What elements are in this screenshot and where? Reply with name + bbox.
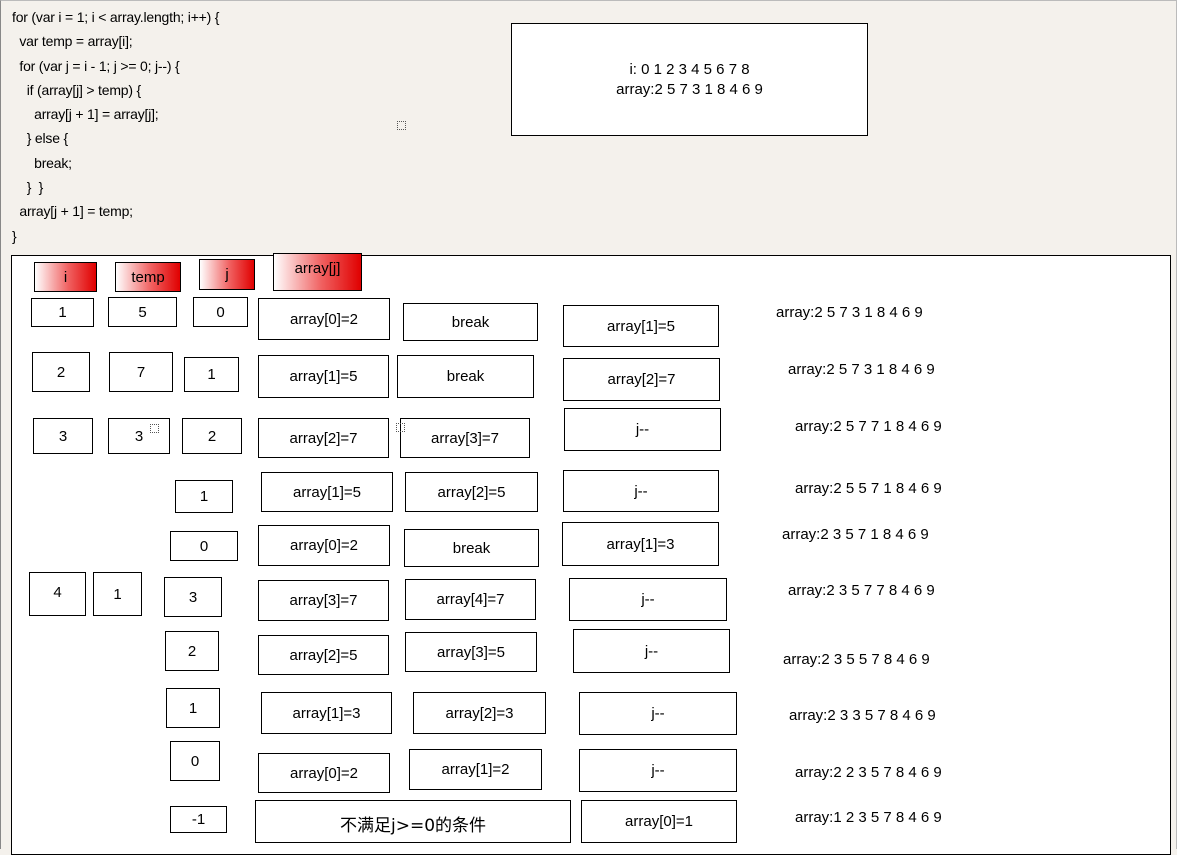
- comparison-result: array[4]=7: [405, 579, 536, 620]
- assignment-result: array[0]=1: [581, 800, 737, 843]
- code-listing: for (var i = 1; i < array.length; i++) {…: [12, 9, 220, 244]
- array-j-value: array[3]=7: [258, 580, 389, 621]
- assignment-result: j--: [563, 470, 719, 512]
- array-j-value: array[1]=5: [261, 472, 393, 512]
- array-j-value: array[0]=2: [258, 753, 390, 793]
- header-j: j: [199, 259, 255, 290]
- array-j-value: array[2]=5: [258, 635, 389, 675]
- i-value: 2: [32, 352, 90, 392]
- array-state: array:2 5 7 3 1 8 4 6 9: [776, 304, 923, 321]
- assignment-result: j--: [573, 629, 730, 673]
- j-value: 0: [170, 531, 238, 561]
- header-i: i: [34, 262, 97, 292]
- array-line: array:2 5 7 3 1 8 4 6 9: [616, 80, 763, 98]
- header-array-j: array[j]: [273, 253, 362, 291]
- assignment-result: j--: [569, 578, 727, 621]
- comparison-result: break: [403, 303, 538, 341]
- temp-value: 5: [108, 297, 177, 327]
- temp-value: 1: [93, 572, 142, 616]
- i-value: 3: [33, 418, 93, 454]
- array-state: array:2 2 3 5 7 8 4 6 9: [795, 764, 942, 781]
- j-value: 0: [193, 297, 248, 327]
- array-j-value: array[1]=3: [261, 692, 392, 734]
- selection-handle-icon[interactable]: [150, 424, 159, 433]
- i-value: 1: [31, 298, 94, 327]
- assignment-result: j--: [564, 408, 721, 451]
- comparison-result: array[2]=5: [405, 472, 538, 512]
- temp-value: 3: [108, 418, 170, 454]
- condition-note: 不满足j>=0的条件: [255, 800, 571, 843]
- j-value: 3: [164, 577, 222, 617]
- array-state: array:2 3 5 7 7 8 4 6 9: [788, 582, 935, 599]
- array-state: array:2 3 5 5 7 8 4 6 9: [783, 651, 930, 668]
- j-value: -1: [170, 806, 227, 833]
- i-value: 4: [29, 572, 86, 616]
- j-value: 0: [170, 741, 220, 781]
- array-j-value: array[1]=5: [258, 355, 389, 398]
- temp-value: 7: [109, 352, 173, 392]
- assignment-result: array[2]=7: [563, 358, 720, 401]
- array-j-value: array[0]=2: [258, 298, 390, 340]
- comparison-result: array[3]=5: [405, 632, 537, 672]
- array-info-box: i: 0 1 2 3 4 5 6 7 8 array:2 5 7 3 1 8 4…: [511, 23, 868, 136]
- comparison-result: array[1]=2: [409, 749, 542, 790]
- assignment-result: j--: [579, 692, 737, 735]
- header-temp: temp: [115, 262, 181, 292]
- array-state: array:2 5 7 3 1 8 4 6 9: [788, 361, 935, 378]
- selection-handle-icon[interactable]: [397, 121, 406, 130]
- array-state: array:2 3 5 7 1 8 4 6 9: [782, 526, 929, 543]
- array-state: array:2 5 7 7 1 8 4 6 9: [795, 418, 942, 435]
- array-j-value: array[2]=7: [258, 418, 389, 458]
- comparison-result: break: [404, 529, 539, 567]
- array-j-value: array[0]=2: [258, 525, 390, 566]
- j-value: 2: [182, 418, 242, 454]
- j-value: 1: [184, 357, 239, 392]
- comparison-result: array[2]=3: [413, 692, 546, 734]
- array-state: array:1 2 3 5 7 8 4 6 9: [795, 809, 942, 826]
- comparison-result: array[3]=7: [400, 418, 530, 458]
- j-value: 2: [165, 631, 219, 671]
- j-value: 1: [166, 688, 220, 728]
- assignment-result: array[1]=3: [562, 522, 719, 566]
- j-value: 1: [175, 480, 233, 513]
- selection-handle-icon[interactable]: [396, 423, 405, 432]
- assignment-result: j--: [579, 749, 737, 792]
- assignment-result: array[1]=5: [563, 305, 719, 347]
- array-state: array:2 5 5 7 1 8 4 6 9: [795, 480, 942, 497]
- index-line: i: 0 1 2 3 4 5 6 7 8: [629, 60, 750, 78]
- array-state: array:2 3 3 5 7 8 4 6 9: [789, 707, 936, 724]
- comparison-result: break: [397, 355, 534, 398]
